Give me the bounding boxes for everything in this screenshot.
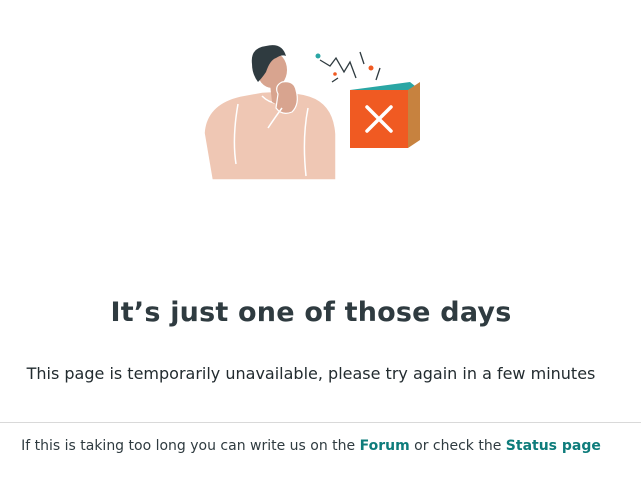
person-torso — [203, 90, 337, 181]
person-hand — [275, 81, 298, 114]
status-page-link[interactable]: Status page — [506, 438, 601, 454]
footer-message: If this is taking too long you can write… — [0, 435, 622, 457]
spark-zigzag — [319, 56, 357, 79]
page-subtitle: This page is temporarily unavailable, pl… — [26, 364, 596, 383]
error-page: It’s just one of those days This page is… — [0, 0, 641, 500]
thinking-person-error-box-illustration — [203, 45, 420, 181]
footer-divider — [0, 422, 641, 423]
page-title: It’s just one of those days — [110, 297, 512, 328]
forum-link[interactable]: Forum — [360, 438, 410, 454]
footer-text-middle: or check the — [409, 438, 506, 454]
box-side — [408, 82, 420, 148]
footer-text-before: If this is taking too long you can write… — [21, 438, 360, 454]
